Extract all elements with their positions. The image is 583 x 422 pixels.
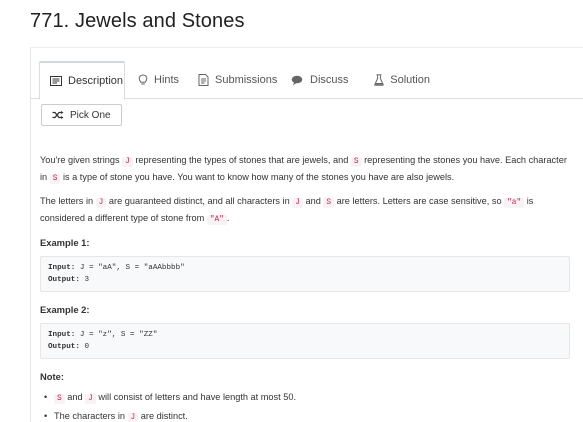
description-text: representing the types of stones that ar…	[132, 155, 351, 165]
discuss-icon	[291, 73, 304, 87]
example-block: Input: J = "aA", S = "aAAbbbb" Output: 3	[40, 256, 570, 292]
description-text: .	[226, 213, 230, 223]
tab-label: Discuss	[310, 74, 349, 86]
example-output-line: Output: 0	[48, 341, 562, 353]
input-label: Input:	[48, 331, 76, 339]
inline-code: J	[95, 198, 107, 208]
output-label: Output:	[48, 276, 80, 284]
tab-label: Description	[68, 75, 124, 87]
tab-label: Hints	[154, 74, 180, 86]
description-text: is a type of stone you have. You want to…	[60, 172, 455, 182]
note-text: The characters in	[54, 411, 128, 421]
tab-discuss[interactable]: Discuss	[281, 61, 355, 99]
tab-label: Solution	[390, 74, 430, 86]
example-block: Input: J = "z", S = "ZZ" Output: 0	[40, 323, 570, 359]
example-heading: Example 2:	[40, 304, 90, 315]
pick-one-label: Pick One	[70, 109, 111, 121]
inline-code: "A"	[206, 215, 227, 225]
lightbulb-icon	[138, 73, 148, 87]
header: 771. Jewels and Stones	[0, 0, 583, 46]
note-text: are distinct.	[138, 411, 188, 421]
note-heading: Note:	[40, 371, 64, 382]
description-text: You're given strings	[40, 155, 123, 165]
description-paragraph: You're given strings J representing the …	[40, 153, 570, 187]
inline-code: S	[350, 157, 362, 167]
inline-code: J	[85, 394, 96, 404]
output-label: Output:	[48, 343, 80, 351]
description-text: are letters. Letters are case sensitive,…	[334, 196, 505, 206]
input-value: J = "aA", S = "aAAbbbb"	[75, 264, 185, 272]
tab-label: Submissions	[215, 74, 278, 86]
tab-description[interactable]: Description	[39, 61, 125, 100]
inline-code: S	[49, 174, 61, 184]
output-value: 3	[79, 276, 90, 284]
input-value: J = "z", S = "ZZ"	[75, 331, 158, 339]
example-output-line: Output: 3	[48, 274, 562, 286]
example-input-line: Input: J = "z", S = "ZZ"	[48, 329, 562, 341]
example-heading: Example 1:	[40, 237, 90, 248]
description-paragraph: The letters in J are guaranteed distinct…	[40, 194, 570, 228]
tab-submissions[interactable]: Submissions	[188, 61, 278, 99]
note-list: S and J will consist of letters and have…	[40, 390, 570, 422]
problem-description: You're given strings J representing the …	[40, 153, 570, 422]
list-item: The characters in J are distinct.	[44, 409, 570, 422]
inline-code: J	[292, 198, 303, 208]
inline-code: "a"	[504, 198, 525, 208]
flask-icon	[374, 73, 384, 87]
list-item: S and J will consist of letters and have…	[44, 390, 570, 407]
note-text: will consist of letters and have length …	[95, 392, 296, 402]
shuffle-icon	[52, 111, 64, 119]
page-title: 771. Jewels and Stones	[30, 10, 245, 32]
description-icon	[50, 74, 62, 88]
inline-code: J	[127, 413, 139, 422]
inline-code: S	[323, 198, 335, 208]
pick-one-button[interactable]: Pick One	[41, 104, 122, 126]
note-text: and	[64, 392, 86, 402]
submissions-icon	[198, 73, 209, 87]
tab-solution[interactable]: Solution	[364, 61, 440, 99]
example-input-line: Input: J = "aA", S = "aAAbbbb"	[48, 262, 562, 274]
description-text: are guaranteed distinct, and all charact…	[106, 196, 293, 206]
tab-hints[interactable]: Hints	[128, 61, 188, 99]
input-label: Input:	[48, 264, 76, 272]
description-text: The letters in	[40, 196, 96, 206]
inline-code: S	[54, 394, 65, 404]
inline-code: J	[122, 157, 133, 167]
tab-bar: Description Hints Submissions Discuss So…	[31, 61, 583, 100]
output-value: 0	[79, 343, 90, 351]
description-text: and	[302, 196, 324, 206]
problem-panel: Description Hints Submissions Discuss So…	[30, 47, 583, 422]
